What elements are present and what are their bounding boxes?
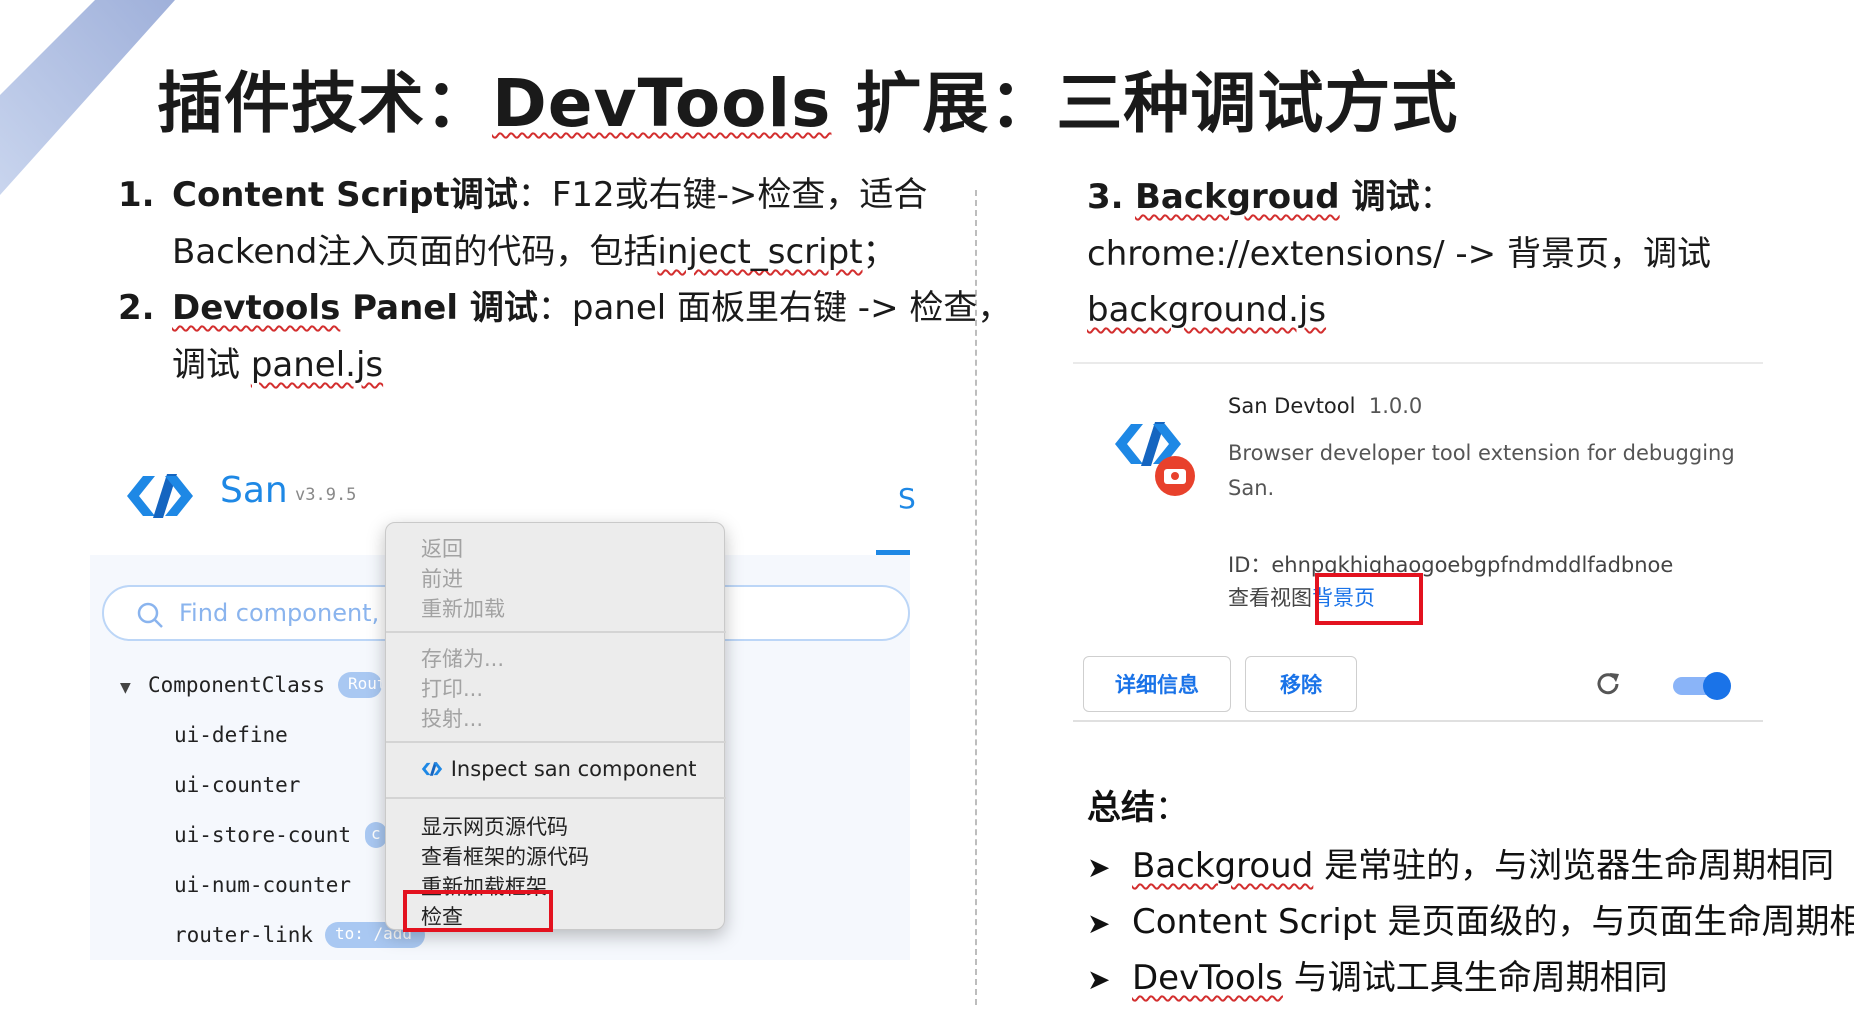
search-placeholder: Find component, f [179, 599, 396, 627]
item3-colon: ： [1419, 177, 1454, 217]
tree-node-badge: c [365, 822, 387, 848]
menu-separator [386, 631, 726, 633]
menu-separator [386, 797, 726, 799]
item1-inject-script: inject_script [657, 232, 863, 272]
summary-item-text: 与调试工具生命周期相同 [1282, 958, 1668, 998]
extension-description: Browser developer tool extension for deb… [1228, 441, 1735, 500]
san-version: v3.9.5 [295, 485, 357, 505]
summary-item-lead: Backgroud [1132, 846, 1314, 886]
title-suffix: 扩展：三种调试方式 [831, 65, 1459, 142]
san-small-icon [421, 762, 443, 776]
menu-separator [386, 741, 726, 743]
extension-title: San Devtool 1.0.0 [1228, 394, 1422, 418]
extension-logo-icon [1115, 422, 1195, 496]
item1-heading: Content Script调试 [172, 175, 518, 215]
tab-partial[interactable]: S [898, 482, 916, 515]
summary-colon: ： [1155, 788, 1189, 828]
details-button[interactable]: 详细信息 [1083, 656, 1231, 712]
tree-node-router-link[interactable]: router-link [174, 923, 313, 947]
summary-item-lead: Content Script [1132, 902, 1377, 942]
extension-id-label: ID： [1228, 553, 1272, 577]
menu-item-save-as[interactable]: 存储为... [421, 643, 504, 673]
expand-toggle-icon[interactable]: ▼ [120, 680, 131, 696]
extension-enable-toggle[interactable] [1673, 672, 1731, 700]
menu-item-cast[interactable]: 投射... [421, 703, 483, 733]
arrow-bullet-icon: ➤ [1087, 963, 1111, 996]
menu-item-reload[interactable]: 重新加载 [421, 593, 505, 623]
remove-button[interactable]: 移除 [1245, 656, 1357, 712]
menu-item-print[interactable]: 打印... [421, 673, 483, 703]
inspect-highlight-box [403, 890, 553, 932]
summary-title: 总结： [1087, 780, 1189, 829]
item3-heading-backgroud: Backgroud [1135, 177, 1340, 217]
tree-node-ui-counter[interactable]: ui-counter [174, 773, 300, 797]
menu-item-forward[interactable]: 前进 [421, 563, 463, 593]
item2-number: 2. [118, 288, 155, 328]
item3-line3: background.js [1087, 290, 1326, 331]
item1-text: ：F12或右键->检查，适合 [517, 175, 928, 215]
summary-item-text: 是常驻的，与浏览器生命周期相同 [1313, 846, 1835, 886]
item2-line2: 调试 panel.js [172, 345, 383, 386]
item3-heading: 调试 [1339, 177, 1420, 217]
context-menu: 返回 前进 重新加载 存储为... 打印... 投射... Inspect sa… [385, 522, 726, 930]
item2-panel-js: panel.js [250, 345, 384, 385]
inspect-san-label: Inspect san component [450, 757, 697, 781]
item1-number: 1. [118, 175, 155, 215]
summary-item: ➤ Content Script 是页面级的，与页面生命周期相同 [1087, 894, 1854, 943]
background-page-highlight-box [1315, 573, 1423, 625]
extension-card: San Devtool 1.0.0 Browser developer tool… [1073, 362, 1763, 722]
inspect-views-label: 查看视图 [1228, 586, 1312, 610]
extension-version: 1.0.0 [1368, 394, 1423, 418]
title-prefix: 插件技术： [157, 65, 492, 142]
arrow-bullet-icon: ➤ [1087, 907, 1111, 940]
item2-line1: 2. Devtools Panel 调试：panel 面板里右键 -> 检查， [118, 288, 1011, 329]
summary-item-text: 是页面级的，与页面生命周期相同 [1376, 902, 1854, 942]
summary-title-text: 总结 [1087, 788, 1155, 828]
extension-id: ID：ehnpgkhighaogoebgpfndmddlfadbnoe [1228, 549, 1673, 579]
reload-icon[interactable] [1593, 669, 1623, 699]
san-app-name: San [220, 470, 288, 511]
arrow-bullet-icon: ➤ [1087, 851, 1111, 884]
menu-item-view-source[interactable]: 显示网页源代码 [421, 811, 568, 841]
menu-item-back[interactable]: 返回 [421, 533, 463, 563]
item1-line2-end: ； [862, 232, 897, 272]
tree-node-ui-store-count[interactable]: ui-store-count [174, 823, 351, 847]
summary-item: ➤ DevTools 与调试工具生命周期相同 [1087, 950, 1668, 999]
item2-line2-text: 调试 [172, 345, 251, 385]
menu-item-view-frame-source[interactable]: 查看框架的源代码 [421, 841, 589, 871]
item3-line2: chrome://extensions/ -> 背景页，调试 [1087, 234, 1711, 274]
tree-node-componentclass[interactable]: ComponentClass [148, 673, 325, 697]
item1-line1: 1. Content Script调试：F12或右键->检查，适合 [118, 175, 927, 216]
summary-item-lead: DevTools [1132, 958, 1283, 998]
item3-line1: 3. Backgroud 调试： [1087, 177, 1453, 218]
item2-heading-devtools: Devtools [172, 288, 341, 328]
tree-node-ui-num-counter[interactable]: ui-num-counter [174, 873, 351, 897]
item3-background-js: background.js [1087, 290, 1327, 330]
title-devtools: DevTools [492, 65, 832, 142]
menu-item-inspect-san[interactable]: Inspect san component [420, 757, 696, 781]
extension-name: San Devtool [1228, 394, 1356, 418]
tree-node-badge: Rout [338, 672, 382, 698]
tree-node-ui-define[interactable]: ui-define [174, 723, 288, 747]
summary-item: ➤ Backgroud 是常驻的，与浏览器生命周期相同 [1087, 838, 1834, 887]
item1-line2: Backend注入页面的代码，包括inject_script； [172, 232, 897, 273]
item1-line2-text: Backend注入页面的代码，包括 [172, 232, 658, 272]
item2-text: ：panel 面板里右键 -> 检查， [537, 288, 1012, 328]
toggle-knob [1703, 672, 1731, 700]
san-logo-icon [127, 474, 193, 518]
item3-number: 3. [1087, 177, 1124, 217]
search-icon [137, 602, 163, 628]
corner-decoration [0, 0, 175, 195]
item2-heading: Panel 调试 [340, 288, 538, 328]
slide-title: 插件技术：DevTools 扩展：三种调试方式 [157, 50, 1458, 146]
